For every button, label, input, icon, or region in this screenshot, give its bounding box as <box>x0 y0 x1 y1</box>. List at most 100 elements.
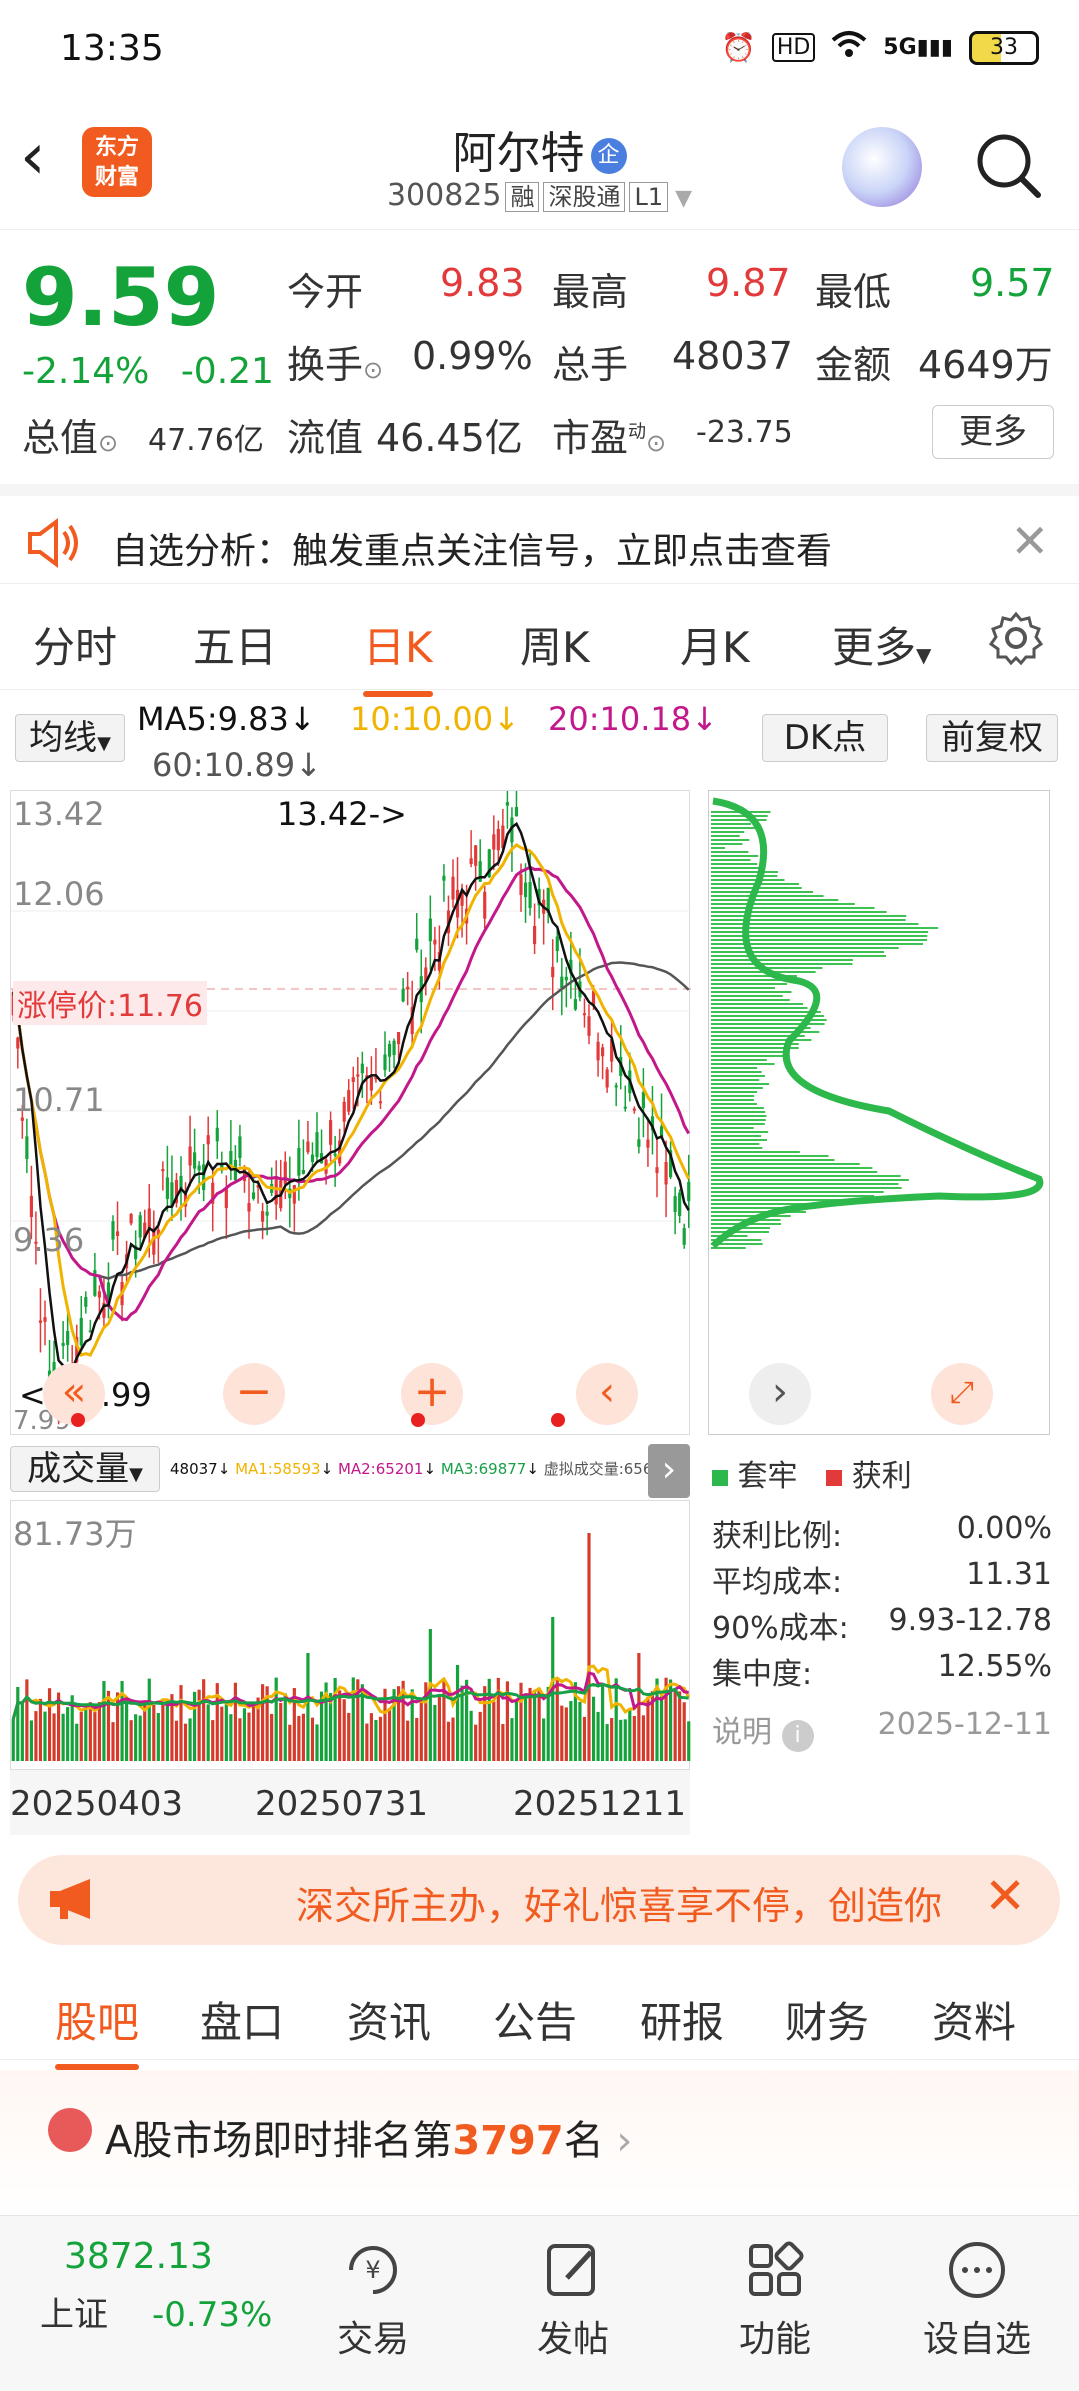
volume-bar <box>342 1699 346 1761</box>
content-tabs: 股吧 盘口 资讯 公告 研报 财务 资料 <box>0 1965 1079 2070</box>
stock-code: 300825 <box>386 178 502 213</box>
volume-bar <box>229 1714 233 1761</box>
chip-bar <box>711 999 790 1001</box>
info-icon[interactable]: i <box>781 1720 814 1752</box>
nav-add-watchlist[interactable]: 设自选 <box>902 2238 1052 2362</box>
candle-body <box>351 1077 355 1083</box>
volume-bar <box>446 1721 451 1761</box>
dk-point-selector[interactable]: DK点 <box>762 714 888 762</box>
tab-financials[interactable]: 财务 <box>785 1989 869 2050</box>
indicator-selector[interactable]: 成交量▼ <box>10 1446 160 1492</box>
tab-weekly-k[interactable]: 周K <box>520 614 590 675</box>
adjust-selector[interactable]: 前复权 <box>926 714 1058 762</box>
close-icon[interactable]: ✕ <box>1010 514 1049 568</box>
nav-trade[interactable]: ¥ 交易 <box>298 2238 448 2362</box>
volume-chart[interactable]: 81.73万 <box>10 1500 691 1770</box>
chip-distribution[interactable]: › ⤢ <box>708 790 1050 1435</box>
chevron-right-icon[interactable]: › <box>749 1363 811 1425</box>
info-icon[interactable]: ⊙ <box>98 429 118 457</box>
chip-bar <box>711 903 855 905</box>
candle-body <box>301 1169 305 1174</box>
ma20-text: 20:10.18 <box>548 700 692 738</box>
volume-summary: 48037 <box>170 1460 218 1478</box>
chevron-right-icon: › <box>616 2118 633 2164</box>
float-label: 流值 <box>287 416 364 460</box>
volume-bar <box>52 1713 56 1761</box>
chip-bar <box>711 879 785 881</box>
volume-bar <box>406 1720 410 1761</box>
chip-bar <box>711 843 743 845</box>
battery-icon: 33 <box>969 30 1039 65</box>
tab-intraday[interactable]: 分时 <box>33 614 117 675</box>
chip-note-row[interactable]: 说明 i 2025-12-11 <box>712 1707 1052 1752</box>
chip-bar <box>711 891 814 893</box>
candle-body <box>428 918 432 942</box>
volume-bar <box>487 1678 491 1761</box>
nav-functions[interactable]: 功能 <box>700 2238 850 2362</box>
kline-chart[interactable]: 13.42 12.06 涨停价:11.76 10.71 9.36 7.99 13… <box>10 778 691 1436</box>
volume-bar <box>93 1711 97 1761</box>
tab-five-day[interactable]: 五日 <box>193 614 277 675</box>
ma-selector[interactable]: 均线▼ <box>15 714 125 762</box>
nav-post[interactable]: 发帖 <box>498 2238 648 2362</box>
tab-announcements[interactable]: 公告 <box>493 1989 577 2050</box>
volume-ma1: MA1:58593 <box>235 1460 321 1478</box>
candle-body <box>387 1044 392 1057</box>
tab-more[interactable]: 更多▼ <box>832 614 931 675</box>
expand-panel-button[interactable]: › <box>648 1444 690 1498</box>
volume-bar <box>469 1710 473 1761</box>
chip-bar <box>711 1067 758 1069</box>
promo-banner[interactable]: 深交所主办，好礼惊喜享不停，创造你 ✕ <box>18 1855 1060 1945</box>
volume-bar <box>43 1711 47 1761</box>
more-button[interactable]: 更多 <box>932 405 1054 459</box>
event-dot[interactable] <box>411 1413 425 1427</box>
info-icon[interactable]: ⊙ <box>646 429 666 457</box>
candle-body <box>224 1187 228 1208</box>
volume-bar <box>678 1691 682 1761</box>
market-rank[interactable]: A股市场即时排名第3797名 › <box>0 2070 1079 2220</box>
y-label: 10.71 <box>13 1081 105 1119</box>
chip-bar <box>711 947 899 949</box>
search-icon[interactable] <box>974 131 1044 201</box>
tab-research[interactable]: 研报 <box>640 1989 724 2050</box>
tab-guba[interactable]: 股吧 <box>55 1989 140 2070</box>
chip-bar <box>711 959 853 961</box>
dropdown-icon[interactable]: ▼ <box>668 186 692 211</box>
volume-label: 总手 <box>552 343 629 387</box>
caret-down-icon: ▼ <box>97 733 111 754</box>
robot-avatar[interactable] <box>842 127 922 207</box>
candle-body <box>251 1192 256 1199</box>
tab-profile[interactable]: 资料 <box>932 1989 1016 2050</box>
chip-bar <box>711 1159 835 1161</box>
amount-label: 金额 <box>815 343 892 387</box>
chip-bar <box>711 995 783 997</box>
settings-gear-icon[interactable] <box>988 610 1044 670</box>
info-icon[interactable]: ⊙ <box>363 356 383 384</box>
chip-bar <box>711 839 750 841</box>
volume-bar <box>202 1679 206 1761</box>
analysis-notice[interactable]: 自选分析：触发重点关注信号，立即点击查看 ✕ <box>0 484 1079 584</box>
volume-bar <box>20 1702 24 1761</box>
volume-bar <box>455 1665 460 1761</box>
tab-daily-k[interactable]: 日K <box>363 614 433 697</box>
close-icon[interactable]: ✕ <box>984 1867 1026 1925</box>
volume-bar <box>147 1678 151 1761</box>
tab-news[interactable]: 资讯 <box>347 1989 431 2050</box>
chip-legend: 套牢 获利 <box>712 1451 912 1495</box>
tab-monthly-k[interactable]: 月K <box>680 614 750 675</box>
volume-ma3: MA3:69877 <box>440 1460 527 1478</box>
zoom-in-button[interactable]: + <box>401 1363 463 1425</box>
scroll-left-button[interactable]: ‹ <box>576 1363 638 1425</box>
event-dot[interactable] <box>71 1413 85 1427</box>
mcap-label-text: 总值 <box>22 416 99 460</box>
rank-prefix: A股市场即时排名第 <box>105 2118 453 2164</box>
expand-icon[interactable]: ⤢ <box>931 1363 993 1425</box>
tab-orderbook[interactable]: 盘口 <box>200 1989 284 2050</box>
index-ticker[interactable]: 3872.13 上证 -0.73% <box>40 2236 280 2336</box>
volume-bar <box>111 1722 115 1761</box>
chip-bar <box>711 1011 821 1013</box>
edit-icon <box>547 2244 595 2296</box>
zoom-out-button[interactable]: − <box>223 1363 285 1425</box>
event-dot[interactable] <box>551 1413 565 1427</box>
volume-bar <box>310 1717 315 1761</box>
